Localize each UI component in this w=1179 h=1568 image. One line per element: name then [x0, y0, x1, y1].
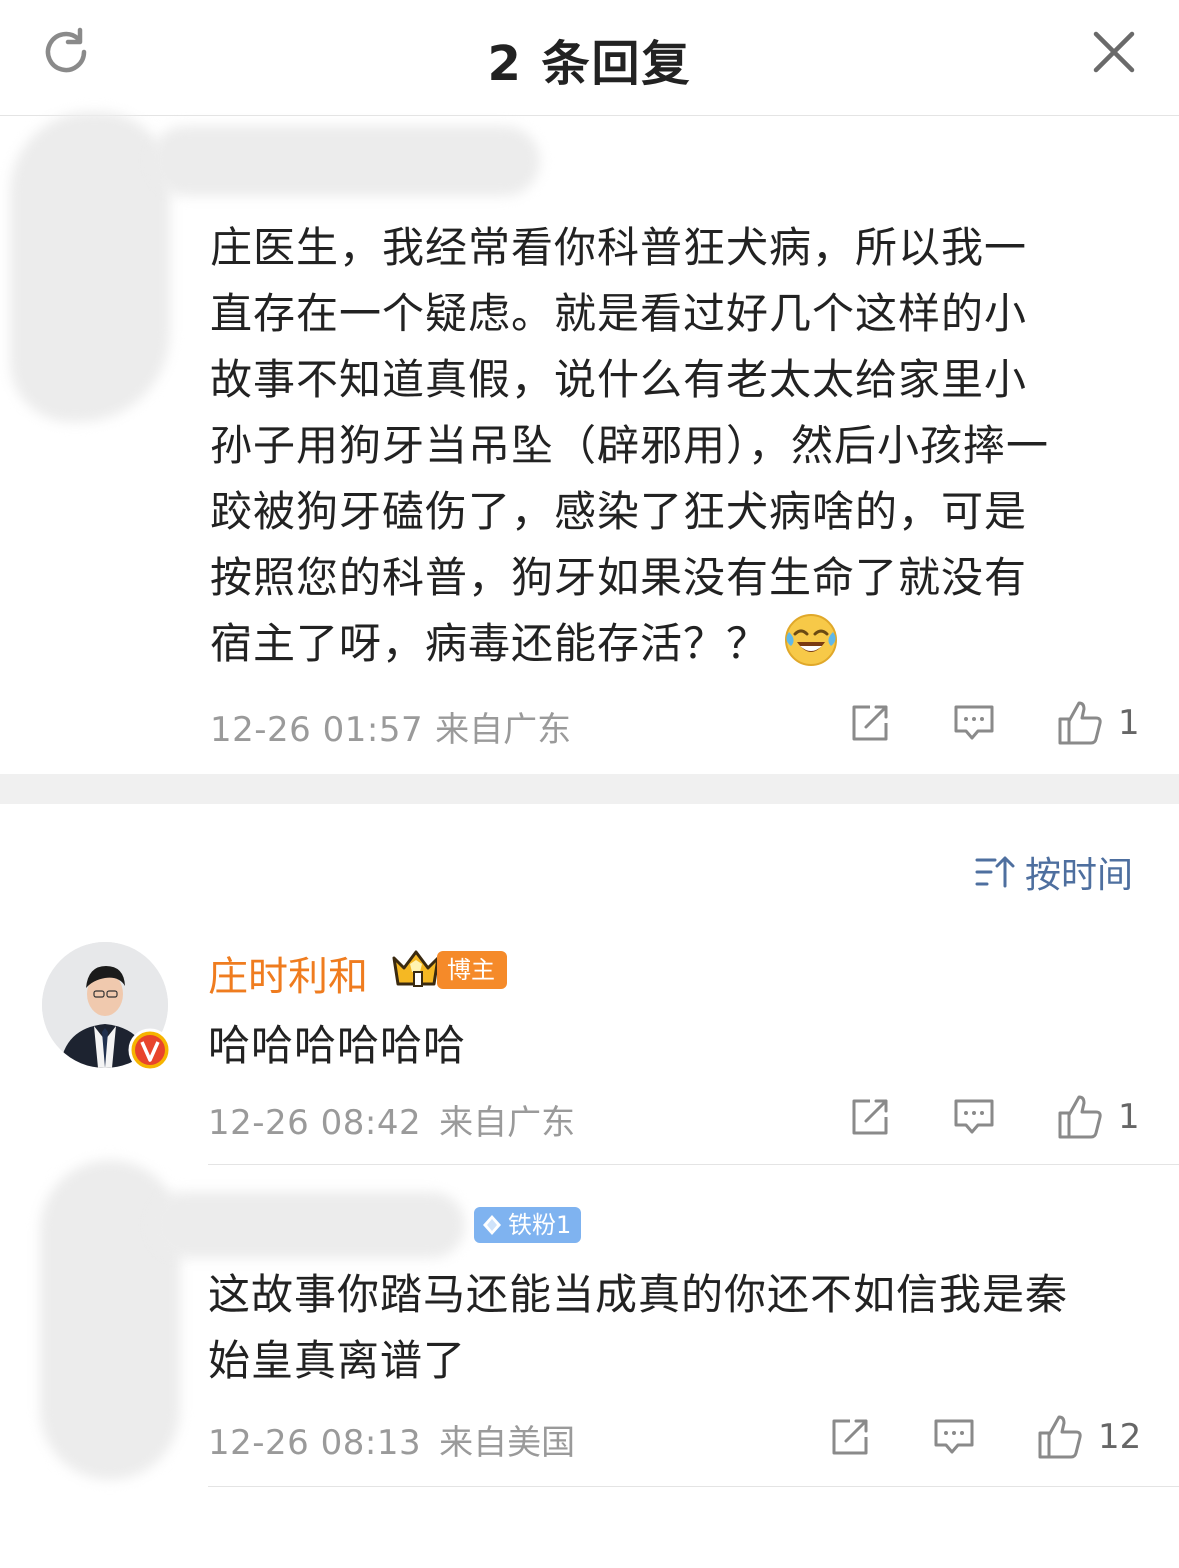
sort-label: 按时间	[1024, 855, 1133, 896]
sort-by-time-button[interactable]: 按时间	[975, 846, 1133, 898]
main-comment-actions: 1	[848, 698, 1140, 748]
like-icon[interactable]	[1056, 699, 1104, 747]
page-title: 2 条回复	[487, 36, 692, 92]
redacted-username	[150, 126, 540, 196]
comment-line: 跤被狗牙磕伤了，感染了狂犬病啥的，可是	[210, 487, 1028, 536]
main-comment-text: 庄医生，我经常看你科普狂犬病，所以我一 直存在一个疑虑。就是看过好几个这样的小 …	[210, 215, 1110, 677]
reply-username[interactable]: 庄时利和	[208, 944, 368, 1002]
comment-line-last: 宿主了呀，病毒还能存活？？	[210, 611, 1110, 677]
reply-text: 这故事你踏马还能当成真的你还不如信我是秦 始皇真离谱了	[208, 1262, 1068, 1394]
reply-actions: 12	[828, 1412, 1141, 1462]
reply-meta: 12-26 08:42 来自广东	[208, 1095, 575, 1145]
share-icon[interactable]	[828, 1415, 872, 1459]
reply-line: 这故事你踏马还能当成真的你还不如信我是秦	[208, 1270, 1069, 1319]
like-count: 12	[1098, 1417, 1142, 1457]
reply-time: 12-26 08:42	[208, 1103, 422, 1143]
comment-line: 按照您的科普，狗牙如果没有生命了就没有	[210, 553, 1028, 602]
reply-divider	[208, 1486, 1179, 1487]
fan-badge-label: 铁粉1	[508, 1211, 572, 1239]
comment-icon[interactable]	[932, 1415, 976, 1459]
like-icon[interactable]	[1056, 1093, 1104, 1141]
like-icon[interactable]	[1036, 1413, 1084, 1461]
diamond-icon	[483, 1215, 501, 1235]
comment-line: 庄医生，我经常看你科普狂犬病，所以我一	[210, 223, 1028, 272]
laughing-crying-emoji-icon	[785, 614, 838, 666]
comment-line: 直存在一个疑虑。就是看过好几个这样的小	[210, 289, 1028, 338]
reply-divider	[208, 1164, 1179, 1165]
comment-time: 12-26 01:57	[210, 710, 424, 750]
comment-line: 孙子用狗牙当吊坠（辟邪用），然后小孩摔一	[210, 421, 1050, 470]
close-icon[interactable]	[1088, 26, 1140, 78]
like-count: 1	[1118, 1097, 1140, 1137]
reply-time: 12-26 08:13	[208, 1423, 422, 1463]
blogger-badge: 博主	[437, 951, 507, 989]
reply-location: 来自美国	[439, 1423, 576, 1463]
comment-icon[interactable]	[952, 1095, 996, 1139]
redacted-avatar	[10, 112, 170, 422]
crown-icon	[392, 950, 440, 987]
reply-line: 始皇真离谱了	[208, 1336, 467, 1385]
reply-meta: 12-26 08:13 来自美国	[208, 1415, 575, 1465]
comment-line: 宿主了呀，病毒还能存活？？	[210, 619, 770, 668]
sort-icon	[975, 856, 1015, 888]
comment-location: 来自广东	[435, 710, 572, 750]
header-bar: 2 条回复	[0, 0, 1179, 116]
like-count: 1	[1118, 703, 1140, 743]
comment-icon[interactable]	[952, 701, 996, 745]
main-comment-meta: 12-26 01:57 来自广东	[210, 702, 571, 752]
reply-actions: 1	[848, 1092, 1140, 1142]
verified-badge-icon	[128, 1028, 172, 1072]
share-icon[interactable]	[848, 701, 892, 745]
reply-text: 哈哈哈哈哈哈	[208, 1021, 467, 1070]
comment-line: 故事不知道真假，说什么有老太太给家里小	[210, 355, 1028, 404]
redacted-username	[150, 1192, 465, 1258]
section-divider	[0, 774, 1179, 804]
fan-badge: 铁粉1	[474, 1207, 582, 1243]
reply-location: 来自广东	[439, 1103, 576, 1143]
share-icon[interactable]	[848, 1095, 892, 1139]
